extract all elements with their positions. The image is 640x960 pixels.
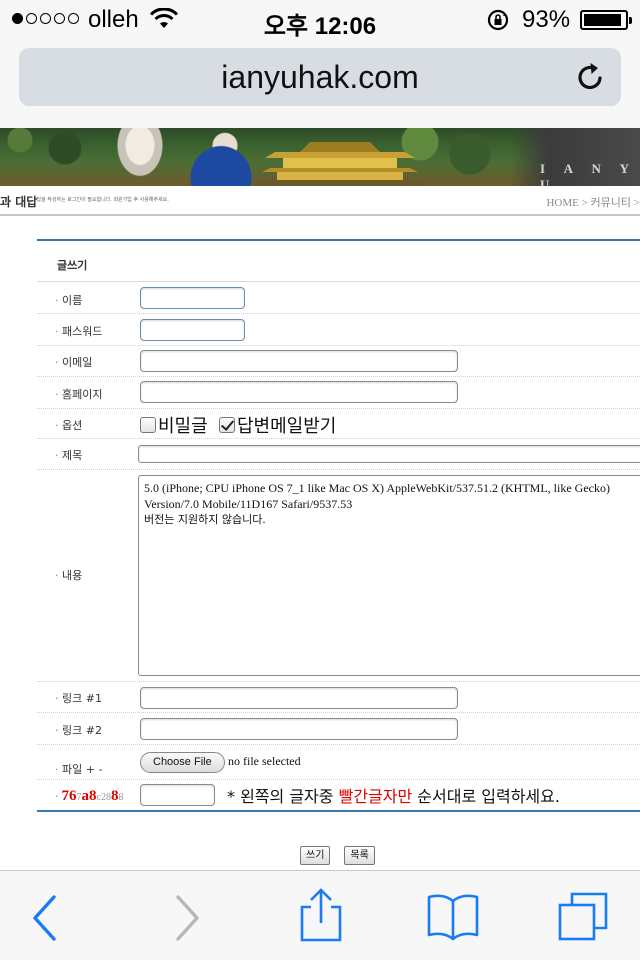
subject-label: 제목 (55, 447, 82, 463)
password-row: 패스워드 (37, 314, 640, 346)
captcha-help-suffix: 순서대로 입력하세요. (417, 787, 560, 806)
homepage-row: 홈페이지 (37, 377, 640, 409)
address-bar[interactable]: ianyuhak.com (19, 48, 621, 106)
content-textarea[interactable]: 5.0 (iPhone; CPU iPhone OS 7_1 like Mac … (138, 475, 640, 676)
file-status: no file selected (228, 754, 301, 768)
captcha-char: 8 (118, 792, 124, 803)
reply-mail-checkbox[interactable]: 답변메일받기 (219, 412, 336, 438)
back-icon[interactable] (20, 893, 70, 943)
email-row: 이메일 (37, 346, 640, 377)
name-label: 이름 (55, 292, 82, 308)
name-row: 이름 (37, 282, 640, 314)
form-title: 글쓰기 (37, 241, 640, 282)
choose-file-button[interactable]: Choose File (140, 752, 225, 773)
password-label: 패스워드 (55, 323, 102, 339)
rotation-lock-icon (487, 9, 509, 31)
secret-checkbox-label: 비밀글 (158, 416, 208, 437)
reload-icon[interactable] (575, 61, 607, 93)
password-input[interactable] (140, 319, 245, 341)
battery-icon (580, 10, 632, 30)
homepage-label: 홈페이지 (55, 386, 102, 402)
site-logo: I A N Y U (540, 161, 637, 186)
breadcrumb[interactable]: HOME > 커뮤니티 > (546, 194, 640, 210)
captcha-char: 6 (69, 788, 77, 804)
captcha-row: · 767a8c2888 * 왼쪽의 글자중 빨간글자만 순서대로 입력하세요. (37, 780, 640, 810)
captcha-char: 8 (89, 788, 97, 804)
bookmarks-icon[interactable] (426, 891, 480, 941)
link2-row: 링크 #2 (37, 713, 640, 745)
status-bar: olleh 오후 12:06 93% (0, 0, 640, 40)
write-form: 글쓰기 이름 패스워드 이메일 홈페이지 옵션 비밀글 답변메일받기 제목 내용… (37, 239, 640, 812)
option-row: 옵션 비밀글 답변메일받기 (37, 409, 640, 439)
browser-chrome: ianyuhak.com (0, 40, 640, 128)
form-actions: 쓰기 목록 (300, 846, 375, 865)
safari-toolbar (0, 870, 640, 960)
content-row: 내용 5.0 (iPhone; CPU iPhone OS 7_1 like M… (37, 470, 640, 682)
battery-percentage: 93% (522, 6, 571, 33)
forward-icon[interactable] (162, 893, 212, 943)
email-input[interactable] (140, 350, 458, 372)
board-note: *답을 작성하는 로그인이 필요합니다. 회원가입 후 사용해주세요. (34, 197, 169, 203)
secret-checkbox[interactable]: 비밀글 (140, 412, 208, 438)
url-text: ianyuhak.com (221, 58, 419, 95)
email-label: 이메일 (55, 354, 92, 370)
subject-input[interactable] (138, 445, 640, 463)
captcha-char: a (81, 788, 90, 804)
name-input[interactable] (140, 287, 245, 309)
option-label: 옵션 (55, 417, 82, 433)
reply-mail-checkbox-box[interactable] (219, 417, 235, 433)
secret-checkbox-box[interactable] (140, 417, 156, 433)
content-text-line: 5.0 (iPhone; CPU iPhone OS 7_1 like Mac … (144, 481, 610, 511)
captcha-char: 7 (61, 788, 70, 804)
site-banner: I A N Y U (0, 128, 640, 186)
subject-row: 제목 (37, 439, 640, 470)
share-icon[interactable] (295, 887, 347, 943)
captcha-instructions: * 왼쪽의 글자중 빨간글자만 순서대로 입력하세요. (227, 783, 560, 807)
content-label: 내용 (55, 567, 82, 583)
temple-image (255, 142, 425, 186)
reply-mail-checkbox-label: 답변메일받기 (237, 416, 337, 437)
content-text-line: 버전는 지원하지 않습니다. (144, 513, 266, 526)
write-button[interactable]: 쓰기 (300, 846, 331, 865)
board-header: 과 대답 *답을 작성하는 로그인이 필요합니다. 회원가입 후 사용해주세요.… (0, 186, 640, 216)
link1-input[interactable] (140, 687, 458, 709)
banner-figure (110, 128, 170, 186)
link2-label: 링크 #2 (55, 722, 102, 738)
file-row: 파일 + - Choose File no file selected (37, 745, 640, 780)
captcha-image: · 767a8c2888 (55, 788, 124, 804)
link2-input[interactable] (140, 718, 458, 740)
captcha-help-prefix: * 왼쪽의 글자중 (227, 787, 334, 806)
list-button[interactable]: 목록 (344, 846, 375, 865)
banner-figure (185, 132, 265, 186)
link1-row: 링크 #1 (37, 682, 640, 713)
homepage-input[interactable] (140, 381, 458, 403)
captcha-input[interactable] (140, 784, 215, 806)
captcha-help-highlight: 빨간글자만 (338, 787, 413, 806)
tabs-icon[interactable] (557, 891, 609, 943)
file-label: 파일 + - (55, 761, 102, 777)
board-title: 과 대답 (0, 195, 38, 209)
link1-label: 링크 #1 (55, 690, 102, 706)
